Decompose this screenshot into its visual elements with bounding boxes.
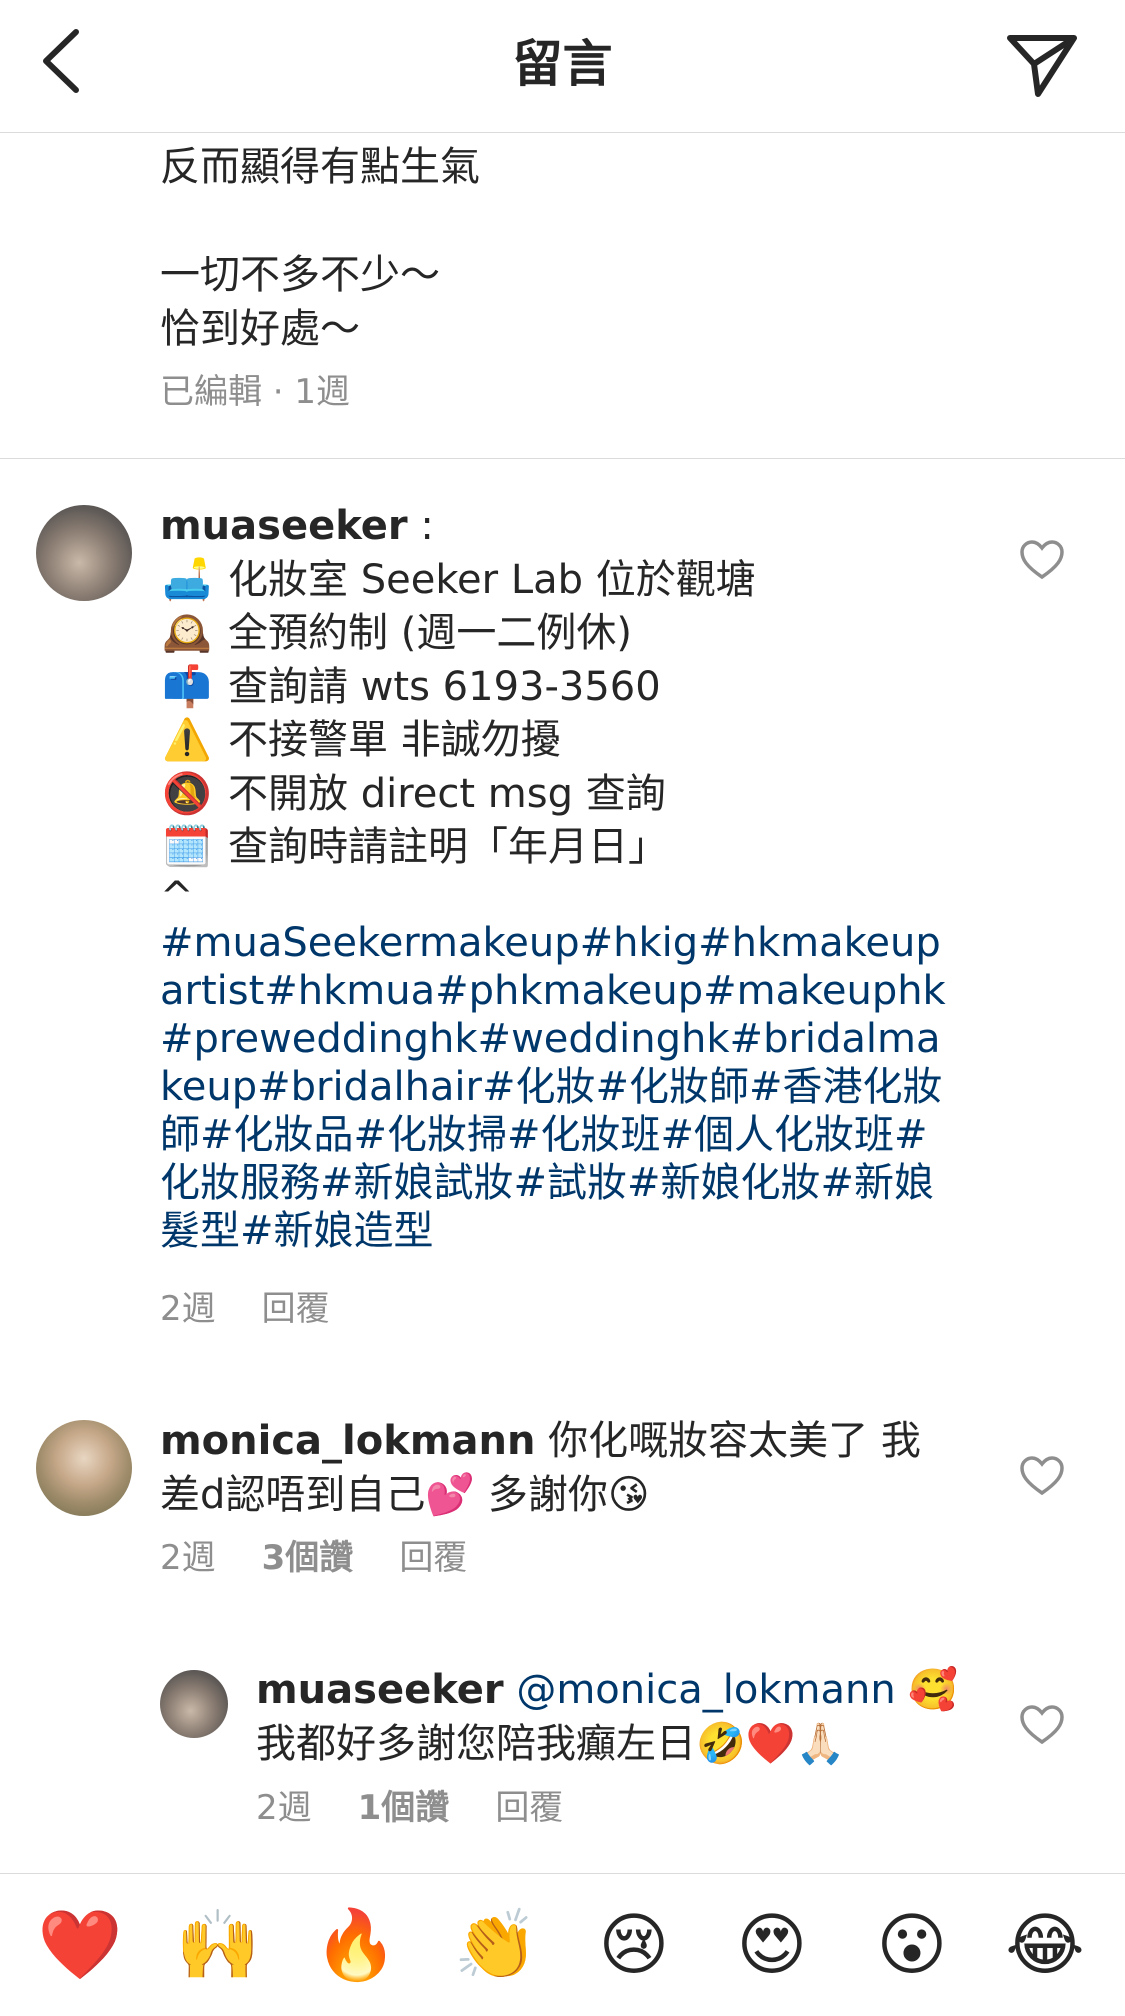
comment-text: 我都好多謝您陪我癲左日🤣❤️🙏🏻 [256, 1720, 846, 1767]
previous-comment-meta: 已編輯 · 1週 [160, 372, 351, 412]
comment-text: 你化嘅妝容太美了 我 [535, 1418, 921, 1464]
comment-muaseeker: muaseeker : 🛋️ 化妝室 Seeker Lab 位於觀塘 🕰️ 全預約制… [160, 500, 960, 1255]
fire-emoji-button[interactable]: 🔥 [306, 1896, 406, 1996]
raising-hands-emoji-button[interactable]: 🙌 [168, 1896, 268, 1996]
heart-icon [1020, 1456, 1064, 1496]
comment-time: 2週 [160, 1538, 216, 1578]
heart-eyes-emoji-button[interactable]: 😍 [722, 1896, 822, 1996]
comment-time: 2週 [160, 1289, 216, 1329]
reply-button[interactable]: 回覆 [262, 1289, 330, 1329]
info-text: 全預約制 (週一二例休) [228, 610, 632, 656]
reply-muaseeker: muaseeker @monica_lokmann 🥰 我都好多謝您陪我癲左日🤣… [256, 1664, 996, 1771]
like-button[interactable] [1020, 1705, 1064, 1745]
couch-icon: 🛋️ [162, 556, 212, 603]
reply-button[interactable]: 回覆 [399, 1538, 467, 1578]
info-line: 🗓️ 查詢時請註明「年月日」 [160, 821, 960, 875]
clapping-emoji-button[interactable]: 👏 [446, 1896, 546, 1996]
comment-username[interactable]: muaseeker [160, 503, 408, 549]
info-text: 查詢請 wts 6193-3560 [228, 663, 661, 710]
info-text: 不接警單 非誠勿擾 [228, 717, 561, 763]
info-line: 🔕 不開放 direct msg 查詢 [160, 768, 960, 822]
previous-comment-text: 反而顯得有點生氣 一切不多不少～ 恰到好處～ [160, 144, 480, 352]
mention-link[interactable]: @monica_lokmann [516, 1667, 895, 1713]
info-text: 不開放 direct msg 查詢 [228, 770, 666, 817]
clock-icon: 🕰️ [162, 610, 212, 656]
comment-actions: 2週 1個讚 回覆 [256, 1786, 609, 1830]
emoji-reaction-bar: ❤️ 🙌 🔥 👏 😢 😍 😮 😂 [0, 1873, 1125, 2016]
mention-emoji: 🥰 [895, 1667, 959, 1713]
info-text: 查詢時請註明「年月日」 [228, 824, 668, 870]
heart-icon [1020, 1705, 1064, 1745]
info-line: 📫 查詢請 wts 6193-3560 [160, 661, 960, 715]
like-button[interactable] [1020, 540, 1064, 580]
crying-emoji-button[interactable]: 😢 [584, 1896, 684, 1996]
header-bar: 留言 [0, 0, 1125, 133]
warning-icon: ⚠️ [162, 717, 212, 763]
hashtags[interactable]: #muaSeekermakeup#hkig#hkmakeupartist#hkm… [160, 919, 960, 1255]
reply-button[interactable]: 回覆 [495, 1788, 563, 1828]
avatar[interactable] [160, 1670, 228, 1738]
divider [0, 458, 1125, 459]
heart-icon [1020, 540, 1064, 580]
laughing-emoji-button[interactable]: 😂 [995, 1896, 1095, 1996]
comment-separator: : [407, 503, 434, 549]
page-title: 留言 [512, 35, 613, 93]
comment-actions: 2週 3個讚 回覆 [160, 1536, 513, 1580]
like-button[interactable] [1020, 1456, 1064, 1496]
likes-count[interactable]: 1個讚 [358, 1788, 450, 1828]
caret-text: ^ [160, 873, 194, 920]
info-line: 🕰️ 全預約制 (週一二例休) [160, 607, 960, 661]
comment-username[interactable]: muaseeker [256, 1667, 504, 1713]
calendar-icon: 🗓️ [162, 824, 212, 870]
comment-actions: 2週 回覆 [160, 1287, 376, 1331]
comment-monica: monica_lokmann 你化嘅妝容太美了 我 差d認唔到自己💕 多謝你😘 [160, 1415, 980, 1522]
paper-plane-icon [1007, 35, 1077, 97]
info-text: 化妝室 Seeker Lab 位於觀塘 [228, 556, 756, 603]
share-button[interactable] [1004, 30, 1080, 100]
avatar[interactable] [36, 1420, 132, 1516]
heart-emoji-button[interactable]: ❤️ [30, 1896, 130, 1996]
info-line: ⚠️ 不接警單 非誠勿擾 [160, 714, 960, 768]
bell-muted-icon: 🔕 [162, 770, 212, 817]
surprised-emoji-button[interactable]: 😮 [862, 1896, 962, 1996]
likes-count[interactable]: 3個讚 [262, 1538, 354, 1578]
info-line: 🛋️ 化妝室 Seeker Lab 位於觀塘 [160, 554, 960, 608]
mailbox-icon: 📫 [162, 663, 212, 710]
comment-time: 2週 [256, 1788, 312, 1828]
avatar[interactable] [36, 505, 132, 601]
comment-username[interactable]: monica_lokmann [160, 1418, 535, 1464]
comment-text: 差d認唔到自己💕 多謝你😘 [160, 1471, 650, 1518]
